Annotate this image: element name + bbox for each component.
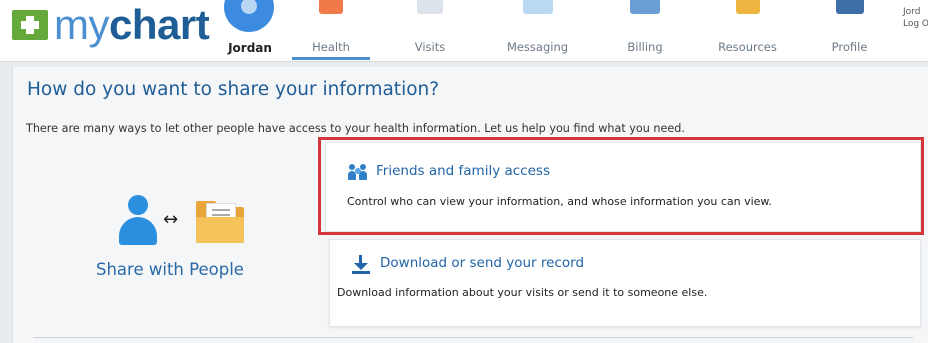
mychart-logo[interactable]: mychart [12,4,210,46]
friends-family-access-link[interactable]: Friends and family access [376,163,550,179]
nav-profile[interactable]: Profile [822,0,877,61]
nav-billing[interactable]: Billing [610,0,680,61]
nav-messaging[interactable]: Messaging [495,0,580,61]
nav-profile-label: Profile [831,40,868,54]
person-icon [117,195,159,247]
logo-text-my: my [54,1,110,48]
health-icon [319,0,343,14]
billing-icon [630,0,660,14]
download-record-link[interactable]: Download or send your record [380,255,584,271]
friends-family-access-description: Control who can view your information, a… [347,195,772,208]
top-navigation-bar: mychart Jordan Health Visits Messaging B… [0,0,928,62]
visits-icon [417,0,443,14]
page-title: How do you want to share your informatio… [27,79,440,100]
profile-icon [836,0,864,14]
logo-text: mychart [54,4,210,46]
download-icon [352,255,370,275]
intro-text: There are many ways to let other people … [26,122,685,135]
nav-visits[interactable]: Visits [395,0,465,61]
divider [33,337,913,338]
nav-visits-label: Visits [414,40,446,54]
nav-health[interactable]: Health [292,0,370,60]
nav-health-label: Health [312,40,350,54]
share-with-people-heading: Share with People [96,260,244,279]
nav-billing-label: Billing [627,40,663,54]
friends-family-icon [348,162,368,180]
main-content: How do you want to share your informatio… [12,67,928,343]
friends-family-access-card[interactable]: Friends and family access Control who ca… [325,142,921,232]
user-name: Jordan [228,41,272,55]
account-menu[interactable]: Jord Log O [903,6,928,30]
nav-resources[interactable]: Resources [710,0,785,61]
resources-icon [736,0,760,14]
double-arrow-icon: ↔ [163,209,179,230]
nav-messaging-label: Messaging [506,40,569,54]
messaging-icon [523,0,553,14]
medical-cross-icon [12,10,48,40]
folder-icon [196,201,244,243]
avatar [224,0,274,32]
share-illustration: ↔ [103,195,253,255]
user-profile-tab[interactable]: Jordan [215,0,285,61]
download-record-card[interactable]: Download or send your record Download in… [329,239,921,327]
download-record-description: Download information about your visits o… [337,286,708,299]
nav-resources-label: Resources [718,40,777,54]
logo-text-chart: chart [109,1,210,48]
